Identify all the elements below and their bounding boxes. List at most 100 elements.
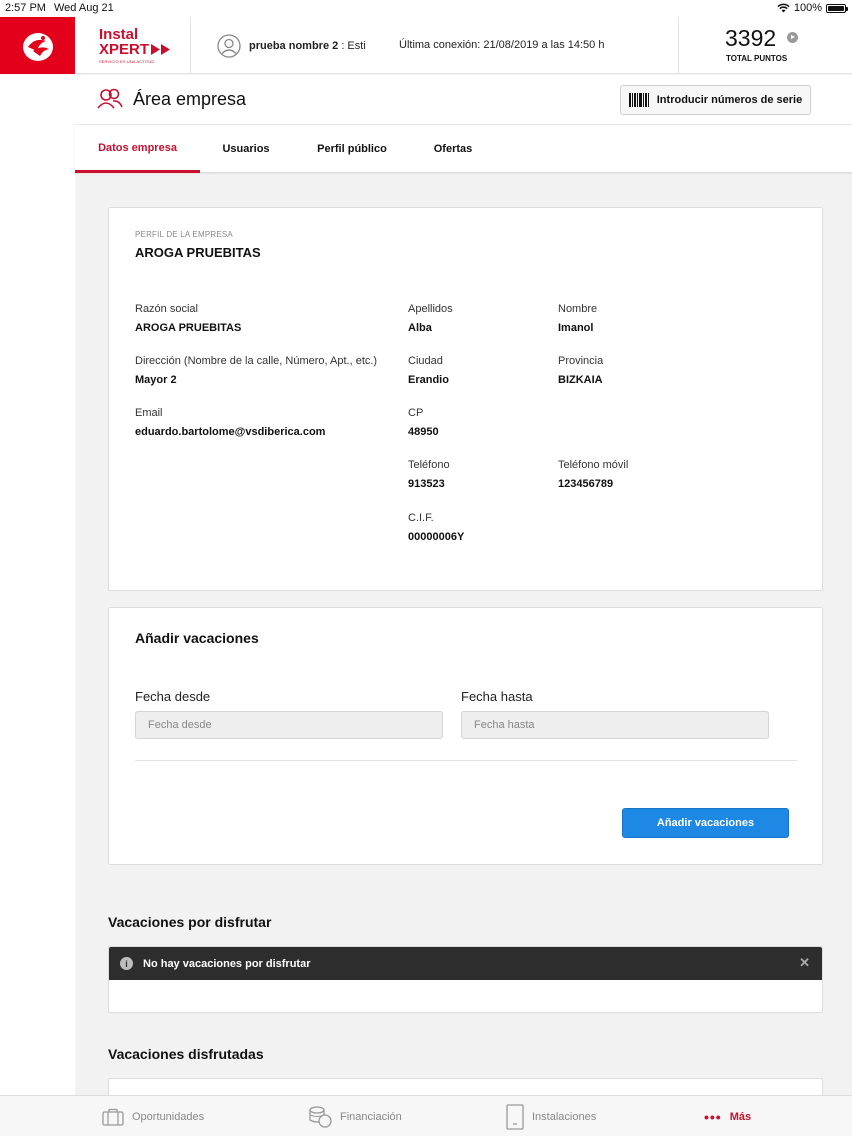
date-to-label: Fecha hasta xyxy=(461,689,533,704)
serial-button-label: Introducir números de serie xyxy=(656,94,803,106)
points-label: TOTAL PUNTOS xyxy=(726,54,788,63)
enjoyed-vacations-heading: Vacaciones disfrutadas xyxy=(108,1046,264,1062)
add-vacations-title: Añadir vacaciones xyxy=(135,630,259,646)
points-widget[interactable]: 3392 TOTAL PUNTOS xyxy=(679,17,852,74)
date-to-input[interactable]: Fecha hasta xyxy=(461,711,769,739)
field-value: Imanol xyxy=(558,322,594,334)
field-label: Ciudad xyxy=(408,355,443,367)
pending-vacations-card: i No hay vacaciones por disfrutar ✕ xyxy=(108,946,823,1013)
nav-instalaciones[interactable]: Instalaciones xyxy=(506,1096,596,1136)
empty-alert: i No hay vacaciones por disfrutar ✕ xyxy=(109,947,822,980)
coins-icon xyxy=(309,1105,332,1128)
user-info[interactable]: prueba nombre 2 : Esti xyxy=(217,34,366,58)
app-header: Instal XPERT SERVICIO ES UNA ACTITUD pru… xyxy=(0,17,852,74)
info-icon: i xyxy=(120,957,133,970)
logo-line-2: XPERT xyxy=(99,42,179,57)
page-heading: Área empresa Introducir números de serie xyxy=(75,75,852,125)
section-label: PERFIL DE LA EMPRESA xyxy=(135,230,233,239)
field-label: Dirección (Nombre de la calle, Número, A… xyxy=(135,355,378,367)
field-label: CP xyxy=(408,407,424,419)
battery-percent: 100% xyxy=(793,2,822,14)
more-dots-icon: ••• xyxy=(704,1108,722,1125)
field-label: Razón social xyxy=(135,303,198,315)
brand-bird-logo[interactable] xyxy=(0,17,75,74)
field-telefono-movil: Teléfono móvil 123456789 xyxy=(558,459,628,490)
header-divider xyxy=(190,17,191,74)
field-value: BIZKAIA xyxy=(558,374,603,386)
field-label: Nombre xyxy=(558,303,598,315)
field-label: C.I.F. xyxy=(408,512,434,524)
field-label: Email xyxy=(135,407,163,419)
tab-usuarios[interactable]: Usuarios xyxy=(200,125,292,173)
field-nombre: Nombre Imanol xyxy=(558,303,597,334)
company-name: AROGA PRUEBITAS xyxy=(135,245,261,260)
instalxpert-logo: Instal XPERT SERVICIO ES UNA ACTITUD xyxy=(99,27,179,67)
left-margin xyxy=(0,75,75,1095)
add-vacations-button[interactable]: Añadir vacaciones xyxy=(622,808,789,838)
user-suffix: : Esti xyxy=(341,40,366,52)
battery-icon xyxy=(826,3,848,13)
field-cif: C.I.F. 00000006Y xyxy=(408,512,464,543)
field-razon-social: Razón social AROGA PRUEBITAS xyxy=(135,303,241,334)
field-label: Provincia xyxy=(558,355,604,367)
points-value: 3392 xyxy=(725,25,777,51)
play-icon[interactable] xyxy=(787,32,798,43)
users-group-icon xyxy=(97,88,123,109)
status-time: 2:57 PM xyxy=(5,2,46,14)
field-value: AROGA PRUEBITAS xyxy=(135,322,242,334)
nav-oportunidades[interactable]: Oportunidades xyxy=(102,1096,204,1136)
divider xyxy=(135,760,797,761)
status-bar: 2:57 PM Wed Aug 21 100% xyxy=(0,0,852,17)
field-value: 00000006Y xyxy=(408,531,465,543)
nav-financiacion[interactable]: Financiación xyxy=(308,1096,402,1136)
page-title: Área empresa xyxy=(97,88,246,110)
tab-perfil-publico[interactable]: Perfil público xyxy=(292,125,412,173)
pending-vacations-heading: Vacaciones por disfrutar xyxy=(108,914,272,930)
page-title-text: Área empresa xyxy=(133,88,247,109)
logo-xpert: XPERT xyxy=(99,41,150,58)
wifi-icon xyxy=(777,3,790,13)
logo-line-1: Instal xyxy=(99,26,139,43)
tab-datos-empresa[interactable]: Datos empresa xyxy=(75,125,200,173)
tab-bar: Datos empresa Usuarios Perfil público Of… xyxy=(75,125,852,173)
field-telefono: Teléfono 913523 xyxy=(408,459,450,490)
field-value: 123456789 xyxy=(558,478,614,490)
nav-label: Más xyxy=(729,1110,752,1123)
field-label: Teléfono xyxy=(408,459,450,471)
field-value: Alba xyxy=(408,322,432,334)
serial-numbers-button[interactable]: Introducir números de serie xyxy=(620,85,811,115)
field-value: Erandio xyxy=(408,374,449,386)
nav-mas[interactable]: ••• Más xyxy=(704,1096,751,1136)
user-name: prueba nombre 2 : Esti xyxy=(249,40,366,52)
empty-alert-text: No hay vacaciones por disfrutar xyxy=(143,957,311,970)
field-value: Mayor 2 xyxy=(135,374,177,386)
device-icon xyxy=(506,1103,524,1130)
company-profile-card: PERFIL DE LA EMPRESA AROGA PRUEBITAS Raz… xyxy=(108,207,823,591)
last-connection: Última conexión: 21/08/2019 a las 14:50 … xyxy=(399,39,605,51)
user-avatar-icon xyxy=(217,34,241,58)
field-label: Teléfono móvil xyxy=(558,459,629,471)
barcode-icon xyxy=(628,93,649,107)
briefcase-icon xyxy=(102,1108,124,1126)
field-value: 913523 xyxy=(408,478,445,490)
logo-tagline: SERVICIO ES UNA ACTITUD xyxy=(99,59,155,64)
field-ciudad: Ciudad Erandio xyxy=(408,355,449,386)
bird-icon xyxy=(22,32,53,61)
field-direccion: Dirección (Nombre de la calle, Número, A… xyxy=(135,355,377,386)
field-provincia: Provincia BIZKAIA xyxy=(558,355,603,386)
field-cp: CP 48950 xyxy=(408,407,439,438)
user-name-bold: prueba nombre 2 xyxy=(249,40,339,52)
field-label: Apellidos xyxy=(408,303,453,315)
nav-label: Oportunidades xyxy=(132,1110,205,1123)
field-apellidos: Apellidos Alba xyxy=(408,303,453,334)
nav-label: Financiación xyxy=(340,1110,402,1123)
date-from-input[interactable]: Fecha desde xyxy=(135,711,443,739)
field-value: eduardo.bartolome@vsdiberica.com xyxy=(135,426,326,438)
status-right: 100% xyxy=(777,2,848,14)
bottom-nav: Oportunidades Financiación Instalaciones… xyxy=(0,1095,852,1136)
nav-label: Instalaciones xyxy=(532,1110,597,1123)
field-value: 48950 xyxy=(408,426,439,438)
close-icon[interactable]: ✕ xyxy=(799,955,810,971)
date-from-label: Fecha desde xyxy=(135,689,211,704)
tab-ofertas[interactable]: Ofertas xyxy=(412,125,494,173)
